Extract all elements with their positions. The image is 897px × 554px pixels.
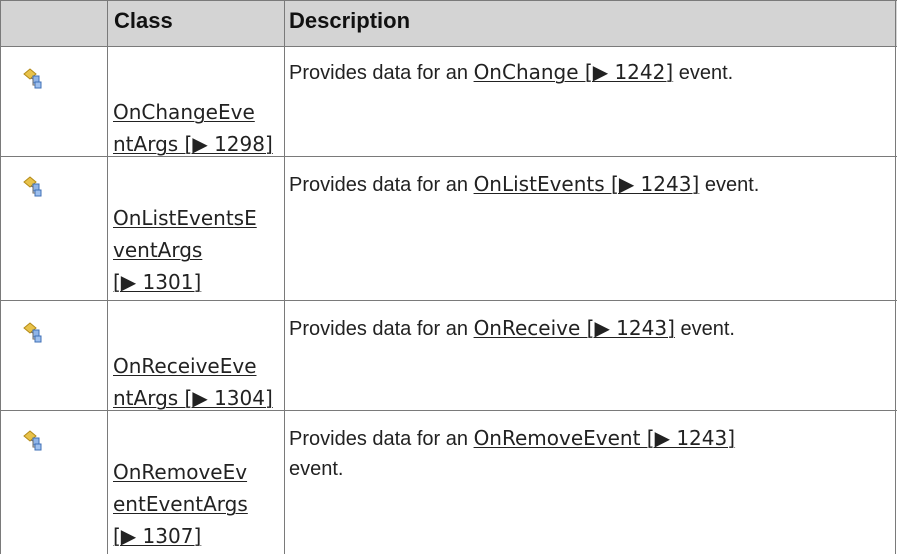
row-divider (0, 300, 897, 301)
description-text: event. (674, 318, 735, 340)
class-link-line: OnChangeEve (113, 100, 255, 124)
event-link[interactable]: OnListEvents [▶ 1243] (474, 172, 700, 196)
class-icon (23, 176, 42, 197)
class-link-line: ntArgs [▶ 1298] (113, 132, 273, 156)
description-cell: Provides data for an OnReceive [▶ 1243] … (289, 313, 879, 344)
description-text: Provides data for an (289, 318, 474, 340)
description-cell: Provides data for an OnChange [▶ 1242] e… (289, 57, 879, 88)
class-link-line: ventArgs (113, 238, 203, 262)
description-text: event. (289, 458, 344, 480)
description-text: event. (699, 174, 760, 196)
event-link[interactable]: OnRemoveEvent [▶ 1243] (474, 426, 735, 450)
class-icon (23, 430, 42, 451)
description-cell: Provides data for an OnRemoveEvent [▶ 12… (289, 423, 849, 484)
description-cell: Provides data for an OnListEvents [▶ 124… (289, 169, 879, 200)
class-name-cell: OnListEventsE ventArgs [▶ 1301] (113, 202, 285, 298)
event-link[interactable]: OnReceive [▶ 1243] (474, 316, 675, 340)
description-text: Provides data for an (289, 62, 474, 84)
class-name-cell: OnReceiveEve ntArgs [▶ 1304] (113, 350, 285, 414)
class-name-cell: OnChangeEve ntArgs [▶ 1298] (113, 96, 285, 160)
class-table: Class Description OnChangeEve ntArgs [▶ … (0, 0, 897, 554)
table-border-left (0, 0, 1, 554)
class-link[interactable]: OnReceiveEve ntArgs [▶ 1304] (113, 354, 273, 410)
class-link-line: entEventArgs (113, 492, 248, 516)
description-text: Provides data for an (289, 174, 474, 196)
class-link-line: [▶ 1301] (113, 270, 202, 294)
class-link[interactable]: OnListEventsE ventArgs [▶ 1301] (113, 206, 257, 294)
row-divider (0, 46, 897, 47)
class-link-line: OnListEventsE (113, 206, 257, 230)
class-link-line: OnReceiveEve (113, 354, 257, 378)
row-divider (0, 0, 897, 1)
description-text: event. (673, 62, 734, 84)
header-description: Description (289, 8, 411, 33)
class-link-line: OnRemoveEv (113, 460, 248, 484)
class-icon (23, 322, 42, 343)
class-icon (23, 68, 42, 89)
class-link[interactable]: OnChangeEve ntArgs [▶ 1298] (113, 100, 273, 156)
table-border-right (895, 0, 896, 554)
description-text: Provides data for an (289, 428, 474, 450)
class-link[interactable]: OnRemoveEv entEventArgs [▶ 1307] (113, 460, 248, 548)
class-link-line: [▶ 1307] (113, 524, 202, 548)
event-link[interactable]: OnChange [▶ 1242] (474, 60, 674, 84)
class-link-line: ntArgs [▶ 1304] (113, 386, 273, 410)
class-name-cell: OnRemoveEv entEventArgs [▶ 1307] (113, 456, 285, 552)
column-divider (107, 0, 108, 554)
header-class: Class (114, 8, 173, 33)
